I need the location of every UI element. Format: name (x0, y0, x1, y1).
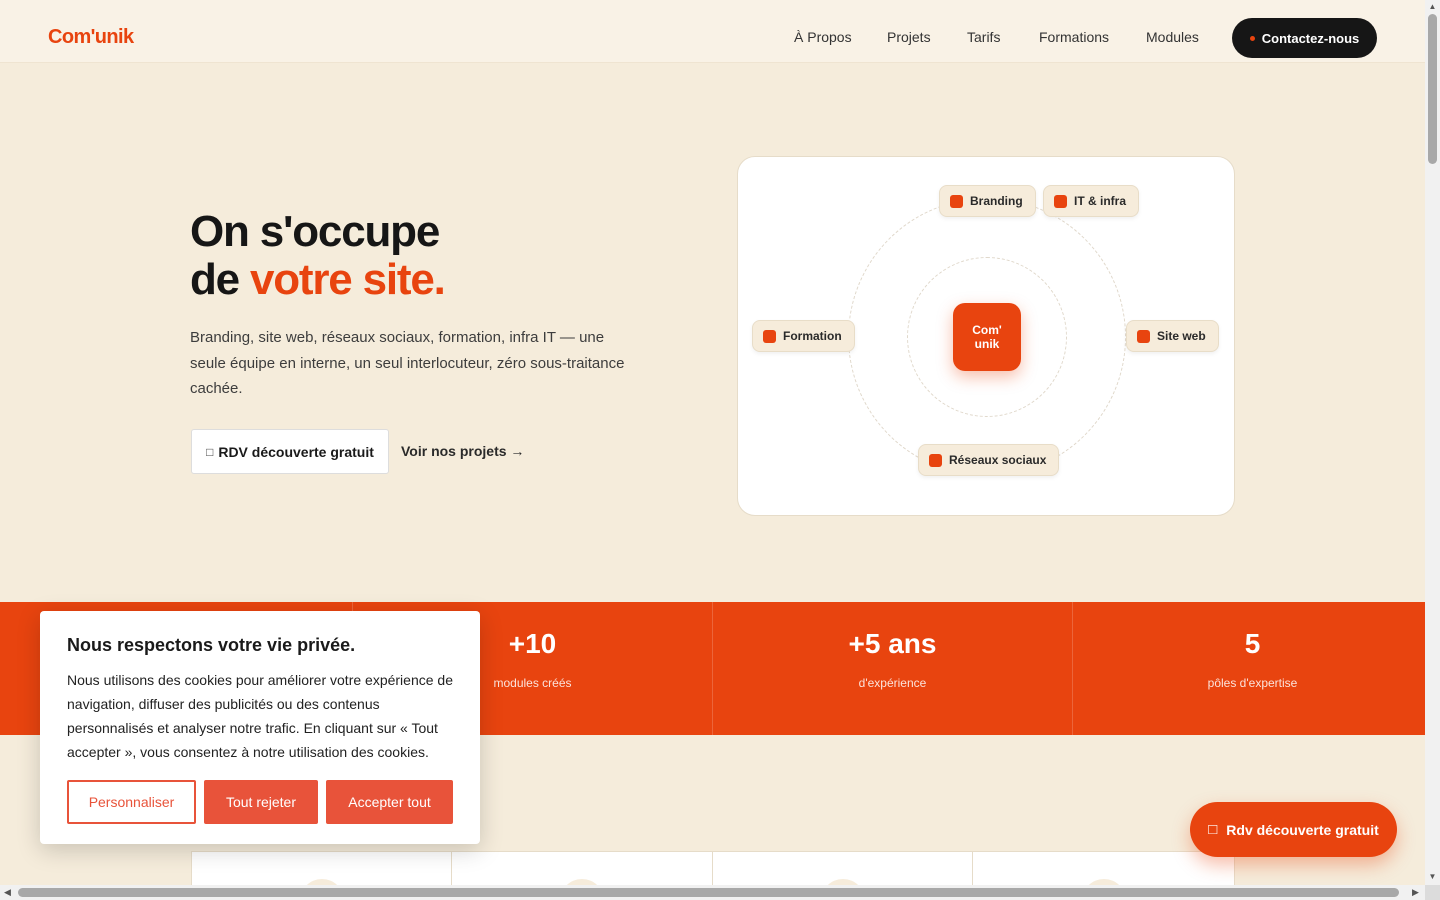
vertical-scrollbar[interactable]: ▲ ▼ (1425, 0, 1440, 885)
contact-button-label: Contactez-nous (1261, 30, 1360, 46)
calendar-icon: □ (1208, 821, 1218, 838)
diagram-center-badge: Com' unik (953, 303, 1021, 371)
hero-title-plain: de (190, 255, 240, 304)
horizontal-scroll-thumb[interactable] (18, 888, 1399, 897)
contact-button[interactable]: Contactez-nous (1232, 18, 1377, 58)
see-projects-link[interactable]: Voir nos projets → (401, 443, 524, 459)
chip-label: Branding (970, 194, 1023, 208)
chip-label: Réseaux sociaux (949, 453, 1047, 467)
rdv-discovery-button[interactable]: □ RDV découverte gratuit (191, 429, 389, 474)
calendar-icon: □ (206, 444, 214, 459)
stat-expertise: 5 pôles d'expertise (1072, 602, 1432, 735)
nav-link-projets[interactable]: Projets (887, 29, 931, 45)
scroll-up-arrow-icon[interactable]: ▲ (1425, 2, 1440, 11)
cookie-accept-button[interactable]: Accepter tout (326, 780, 453, 824)
floating-rdv-button[interactable]: □ Rdv découverte gratuit (1190, 802, 1397, 857)
hero-lead: Branding, site web, réseaux sociaux, for… (190, 329, 625, 397)
nav-link-a-propos[interactable]: À Propos (794, 29, 852, 45)
cookie-text: Nous utilisons des cookies pour améliore… (67, 672, 453, 760)
rdv-discovery-button-label: RDV découverte gratuit (218, 443, 374, 460)
horizontal-scrollbar[interactable]: ◀ ▶ (0, 885, 1425, 900)
scrollbar-corner (1425, 885, 1440, 900)
chip-label: Site web (1157, 329, 1206, 343)
scroll-left-arrow-icon[interactable]: ◀ (4, 887, 11, 898)
chip-it-infra: IT & infra (1043, 185, 1140, 217)
stat-label: pôles d'expertise (1207, 676, 1298, 690)
square-icon (1137, 329, 1150, 343)
chip-site-web: Site web (1126, 320, 1219, 352)
chip-label: IT & infra (1074, 194, 1127, 208)
cookie-reject-button[interactable]: Tout rejeter (204, 780, 318, 824)
square-icon (950, 194, 963, 208)
chip-branding: Branding (939, 185, 1036, 217)
scroll-right-arrow-icon[interactable]: ▶ (1412, 887, 1419, 898)
nav-link-formations[interactable]: Formations (1039, 29, 1109, 45)
diagram-center-line1: Com' (972, 323, 1002, 337)
chip-formation: Formation (752, 320, 855, 352)
hero-title-line1: On s'occupe (190, 207, 440, 256)
cookie-customize-button[interactable]: Personnaliser (67, 780, 196, 824)
site-logo[interactable]: Com'unik (48, 26, 134, 49)
hero-title-line2: de votre site. (190, 255, 446, 304)
stat-label: d'expérience (858, 676, 927, 690)
stat-value: +5 ans (848, 628, 937, 659)
hero-title: On s'occupe de votre site. (190, 207, 446, 304)
square-icon (929, 453, 942, 467)
vertical-scroll-thumb[interactable] (1428, 14, 1437, 164)
nav-link-modules[interactable]: Modules (1146, 29, 1199, 45)
diagram-center-line2: unik (974, 337, 1000, 351)
site-header: Com'unik À Propos Projets Tarifs Formati… (0, 0, 1425, 63)
stat-experience: +5 ans d'expérience (712, 602, 1072, 735)
hero-title-accent: votre site. (249, 255, 446, 304)
stat-value: 5 (1244, 628, 1261, 659)
cookie-consent-banner: Nous respectons votre vie privée. Nous u… (40, 611, 480, 844)
services-diagram-card: Com' unik Branding IT & infra Formation … (737, 156, 1235, 516)
chip-label: Formation (783, 329, 842, 343)
square-icon (763, 329, 776, 343)
scroll-down-arrow-icon[interactable]: ▼ (1425, 872, 1440, 881)
floating-rdv-label: Rdv découverte gratuit (1226, 821, 1379, 838)
status-dot-icon (1249, 35, 1255, 41)
cookie-title: Nous respectons votre vie privée. (67, 635, 356, 655)
chip-reseaux-sociaux: Réseaux sociaux (918, 444, 1060, 476)
square-icon (1054, 194, 1067, 208)
nav-link-tarifs[interactable]: Tarifs (967, 29, 1000, 45)
